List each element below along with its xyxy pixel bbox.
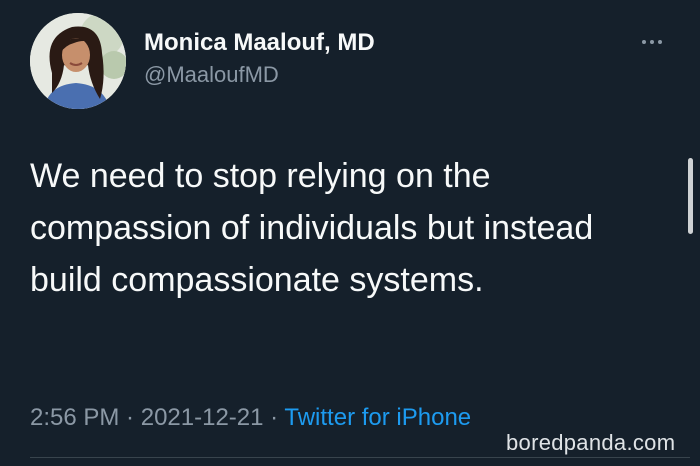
more-horizontal-icon <box>642 40 646 44</box>
divider <box>30 457 690 458</box>
tweet-source-link[interactable]: Twitter for iPhone <box>284 404 471 431</box>
meta-separator: · <box>263 404 285 431</box>
display-name[interactable]: Monica Maalouf, MD <box>144 29 375 57</box>
username-handle[interactable]: @MaaloufMD <box>144 62 279 88</box>
more-options-button[interactable] <box>630 28 674 56</box>
tweet-date[interactable]: 2021-12-21 <box>141 404 264 431</box>
tweet-metadata: 2:56 PM · 2021-12-21 · Twitter for iPhon… <box>30 404 471 432</box>
profile-photo <box>30 13 126 109</box>
avatar[interactable] <box>30 13 126 109</box>
scrollbar-thumb[interactable] <box>688 158 693 234</box>
tweet-time[interactable]: 2:56 PM <box>30 404 119 431</box>
tweet-text: We need to stop relying on the compassio… <box>30 157 594 299</box>
more-horizontal-icon <box>650 40 654 44</box>
more-horizontal-icon <box>658 40 662 44</box>
watermark: boredpanda.com <box>506 430 676 455</box>
meta-separator: · <box>119 404 141 431</box>
